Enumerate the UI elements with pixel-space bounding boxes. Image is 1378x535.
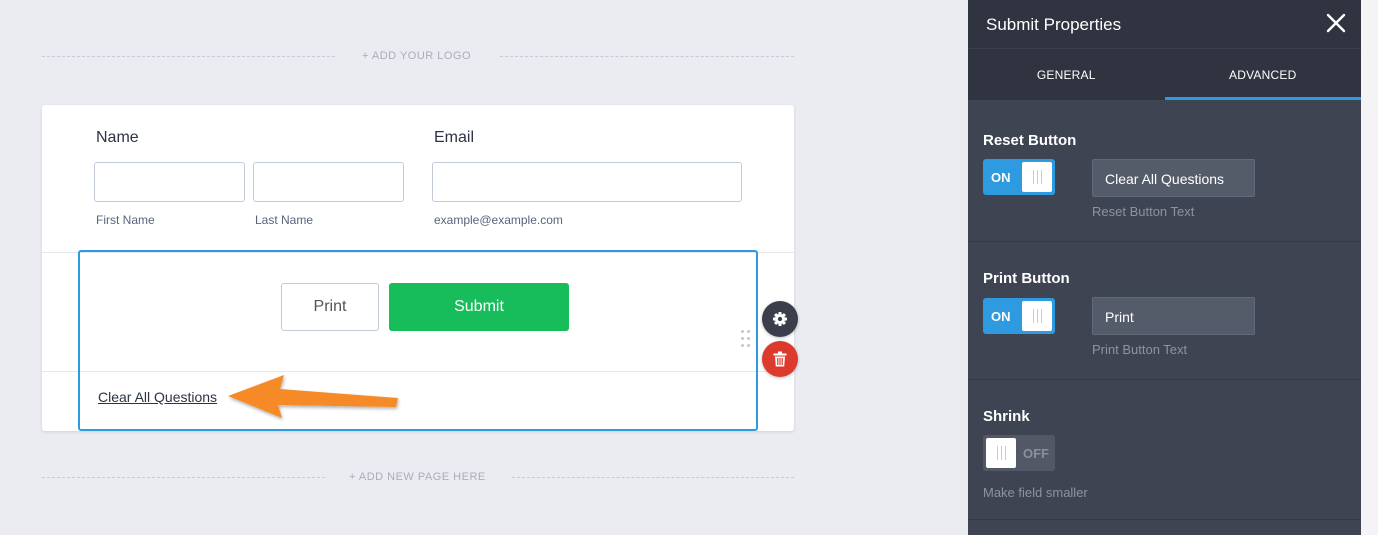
tab-advanced[interactable]: ADVANCED [1164,49,1361,100]
reset-button-text-input[interactable]: Clear All Questions [1092,159,1255,197]
print-button[interactable]: Print [281,283,379,331]
arrow-annotation [228,375,398,418]
toggle-state: ON [991,309,1011,324]
add-logo-link[interactable]: + ADD YOUR LOGO [362,50,471,62]
first-name-input[interactable] [94,162,245,202]
reset-button-title: Reset Button [983,132,1077,149]
delete-field-button[interactable] [762,341,798,377]
name-label: Name [96,129,139,146]
add-new-page-link[interactable]: + ADD NEW PAGE HERE [349,471,486,483]
page-divider-left [42,477,325,478]
shrink-section: Shrink OFF Make field smaller [968,380,1361,520]
first-name-sublabel: First Name [96,213,155,227]
last-name-input[interactable] [253,162,404,202]
print-button-hint: Print Button Text [1092,342,1188,357]
print-button-text-input[interactable]: Print [1092,297,1255,335]
last-name-sublabel: Last Name [255,213,314,227]
reset-button-toggle[interactable]: ON [983,159,1055,195]
drag-handle-icon[interactable] [740,330,752,352]
email-sublabel: example@example.com [434,213,563,227]
toggle-state: OFF [1023,446,1049,461]
panel-tabs: GENERAL ADVANCED [968,48,1361,100]
email-input[interactable] [432,162,742,202]
logo-divider-right [500,56,794,57]
shrink-title: Shrink [983,408,1030,425]
toggle-state: ON [991,170,1011,185]
shrink-toggle[interactable]: OFF [983,435,1055,471]
email-label: Email [434,129,475,146]
form-card: Name Email First Name Last Name example@… [42,105,794,431]
close-icon[interactable] [1325,12,1347,34]
scrollbar[interactable] [1361,0,1378,535]
field-settings-button[interactable] [762,301,798,337]
properties-panel: Submit Properties GENERAL ADVANCED Reset… [968,0,1361,535]
submit-button[interactable]: Submit [389,283,569,331]
panel-title: Submit Properties [986,15,1122,34]
trash-icon [773,351,787,367]
tab-general[interactable]: GENERAL [968,49,1165,100]
reset-button-hint: Reset Button Text [1092,204,1195,219]
logo-divider-left [42,56,335,57]
reset-button-section: Reset Button ON Clear All Questions Rese… [968,101,1361,242]
panel-header: Submit Properties [968,0,1361,48]
print-button-section: Print Button ON Print Print Button Text [968,242,1361,380]
submit-field-selected[interactable]: Print Submit Clear All Questions [78,250,758,431]
gear-icon [773,312,787,326]
page-divider-right [512,477,794,478]
print-button-title: Print Button [983,270,1070,287]
shrink-hint: Make field smaller [983,485,1088,500]
clear-all-questions-link[interactable]: Clear All Questions [98,389,217,405]
print-button-toggle[interactable]: ON [983,298,1055,334]
